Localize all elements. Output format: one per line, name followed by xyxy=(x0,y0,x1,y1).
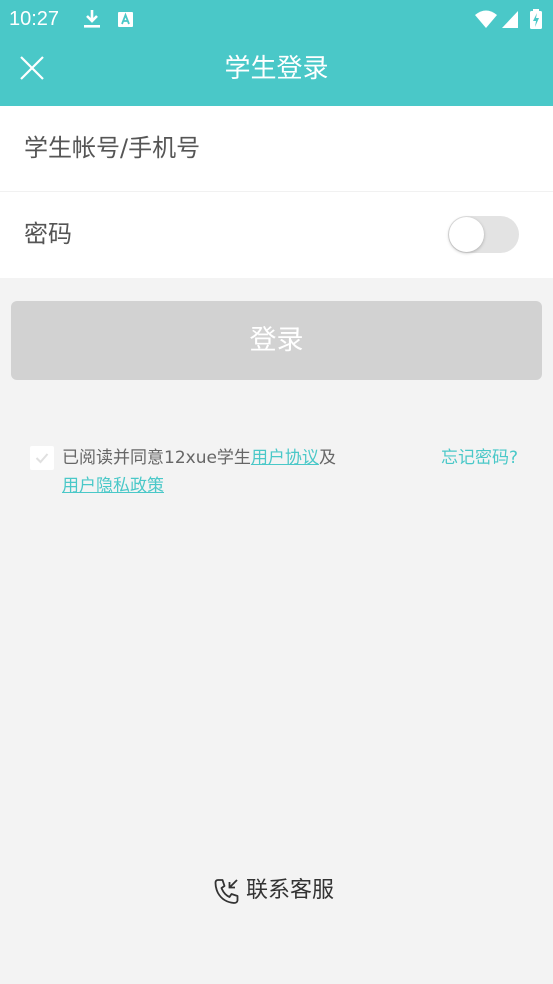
status-bar: 10:27 xyxy=(0,0,553,38)
login-form: 学生帐号/手机号 密码 xyxy=(0,106,553,278)
text-a-icon xyxy=(118,12,133,27)
password-field[interactable]: 密码 xyxy=(0,192,553,277)
battery-charging-icon xyxy=(530,9,542,29)
account-input-placeholder: 学生帐号/手机号 xyxy=(24,134,201,162)
signal-icon xyxy=(502,11,518,28)
contact-support-label: 联系客服 xyxy=(246,878,335,903)
account-field[interactable]: 学生帐号/手机号 xyxy=(0,106,553,191)
forgot-password-link[interactable]: 忘记密码? xyxy=(441,444,518,472)
check-icon xyxy=(35,453,49,464)
agreement-section: 已阅读并同意12xue学生用户协议及用户隐私政策 xyxy=(30,443,390,513)
page-title: 学生登录 xyxy=(224,54,329,84)
agreement-prefix: 已阅读并同意12xue学生 xyxy=(62,448,251,468)
title-bar: 学生登录 xyxy=(0,38,553,106)
download-icon xyxy=(84,10,100,28)
password-input-placeholder: 密码 xyxy=(24,220,72,248)
toggle-knob xyxy=(449,217,484,252)
header-bar: 10:27 学生登录 xyxy=(0,0,553,106)
login-button[interactable]: 登录 xyxy=(11,301,542,380)
agreement-checkbox[interactable] xyxy=(30,446,54,470)
user-agreement-link[interactable]: 用户协议 xyxy=(251,448,319,468)
password-visibility-toggle[interactable] xyxy=(448,216,519,253)
privacy-policy-link[interactable]: 用户隐私政策 xyxy=(62,476,164,496)
phone-callback-icon xyxy=(214,879,239,904)
agreement-text: 已阅读并同意12xue学生用户协议及用户隐私政策 xyxy=(62,444,392,500)
status-time: 10:27 xyxy=(9,8,60,30)
wifi-icon xyxy=(475,10,497,28)
agreement-conjunction: 及 xyxy=(318,448,336,468)
